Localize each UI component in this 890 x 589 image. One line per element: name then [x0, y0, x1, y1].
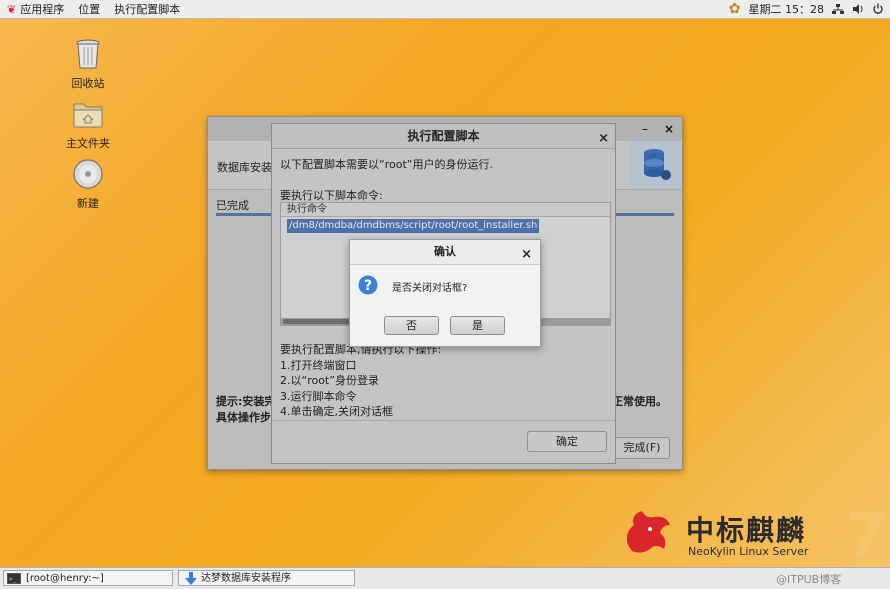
desktop-icon-new-disc[interactable]: 新建 [48, 158, 128, 211]
desktop-icon-home-folder[interactable]: 主文件夹 [48, 98, 128, 151]
logo-english: NeoKylin Linux Server [688, 545, 809, 558]
trash-icon [76, 39, 100, 69]
database-icon [644, 149, 671, 180]
installer-header-text: 数据库安装​ [217, 161, 272, 174]
download-arrow-icon [185, 572, 197, 585]
script-dialog-title: 执行配置脚本 [407, 129, 480, 143]
desktop-icon-label: 主文件夹 [66, 137, 110, 150]
command-row-selected[interactable]: /dm8/dmdba/dmdbms/script/root/root_insta… [287, 219, 540, 233]
commands-label: 要执行以下脚本命令: [280, 189, 383, 202]
kylin-menu-icon: ❦ [7, 2, 17, 16]
network-icon[interactable] [832, 3, 844, 15]
question-icon: ? [358, 275, 378, 295]
minimize-button[interactable]: – [642, 122, 648, 136]
command-column-header[interactable]: 执行命令 [281, 203, 610, 217]
power-icon[interactable] [872, 3, 884, 15]
svg-text:>_: >_ [9, 576, 17, 583]
step-item: 4.单击确定,关闭对话框 [280, 405, 393, 418]
yes-button[interactable]: 是 [450, 316, 505, 335]
no-button[interactable]: 否 [384, 316, 439, 335]
svg-text:?: ? [364, 278, 372, 294]
installer-hint-right: 正常使用。 [612, 395, 667, 408]
top-panel: ❦ 应用程序 位置 执行配置脚本 ✿ 星期二 15：28 [0, 0, 890, 19]
close-button[interactable]: × [664, 122, 674, 136]
desktop-icon-trash[interactable]: 回收站 [48, 38, 128, 91]
confirm-dialog-title: 确认 [434, 245, 456, 258]
ok-button[interactable]: 确定 [527, 431, 607, 452]
task-label: [root@henry:~] [26, 573, 104, 584]
divider [272, 420, 615, 421]
places-menu[interactable]: 位置 [71, 0, 107, 18]
script-dialog-titlebar[interactable]: 执行配置脚本 × [272, 124, 615, 149]
kylin-dragon-icon [626, 511, 670, 553]
applications-menu[interactable]: ❦ 应用程序 [0, 0, 71, 18]
task-label: 达梦数据库安装程序 [201, 573, 291, 584]
kylin-logo [620, 505, 676, 559]
task-installer[interactable]: 达梦数据库安装程序 [178, 570, 355, 586]
installer-hint-left: 提示:安装完 具体操作步 [216, 395, 276, 424]
volume-icon[interactable] [852, 3, 864, 15]
disc-icon [73, 159, 103, 189]
installer-status: 已完成 [216, 199, 249, 212]
active-app-menu[interactable]: 执行配置脚本 [107, 0, 187, 18]
confirm-dialog-titlebar[interactable]: 确认 × [350, 240, 540, 265]
taskbar: >_ [root@henry:~] 达梦数据库安装程序 @ITPUB博客 [0, 567, 890, 589]
version-numeral: 7 [846, 501, 888, 571]
desktop-icon-label: 回收站 [71, 77, 105, 90]
step-item: 3.运行脚本命令 [280, 389, 357, 403]
script-dialog-intro: 以下配置脚本需要以“root”用户的身份运行. [280, 158, 493, 171]
watermark: @ITPUB博客 [776, 573, 842, 586]
clock[interactable]: 星期二 15：28 [749, 1, 825, 17]
steps-instructions: 要执行配置脚本,请执行以下操作: 1.打开终端窗口 2.以“root”身份登录 … [280, 342, 441, 420]
step-item: 1.打开终端窗口 [280, 358, 357, 372]
applications-menu-label: 应用程序 [20, 3, 65, 16]
logo-chinese: 中标麒麟 [686, 514, 807, 547]
home-folder-icon [73, 103, 103, 128]
confirm-message: 是否关闭对话框? [392, 283, 468, 294]
installer-logo [630, 141, 682, 189]
step-item: 2.以“root”身份登录 [280, 374, 379, 387]
kylin-mascot-icon[interactable]: ✿ [729, 1, 741, 17]
finish-button-label: 完成(F) [623, 441, 661, 454]
confirm-dialog-close-button[interactable]: × [521, 243, 532, 267]
terminal-icon: >_ [7, 573, 21, 584]
task-terminal[interactable]: >_ [root@henry:~] [3, 570, 173, 586]
script-dialog-close-button[interactable]: × [598, 127, 609, 151]
desktop-icon-label: 新建 [77, 197, 99, 210]
confirm-dialog: 确认 × ? 是否关闭对话框? 否 是 [349, 239, 541, 347]
